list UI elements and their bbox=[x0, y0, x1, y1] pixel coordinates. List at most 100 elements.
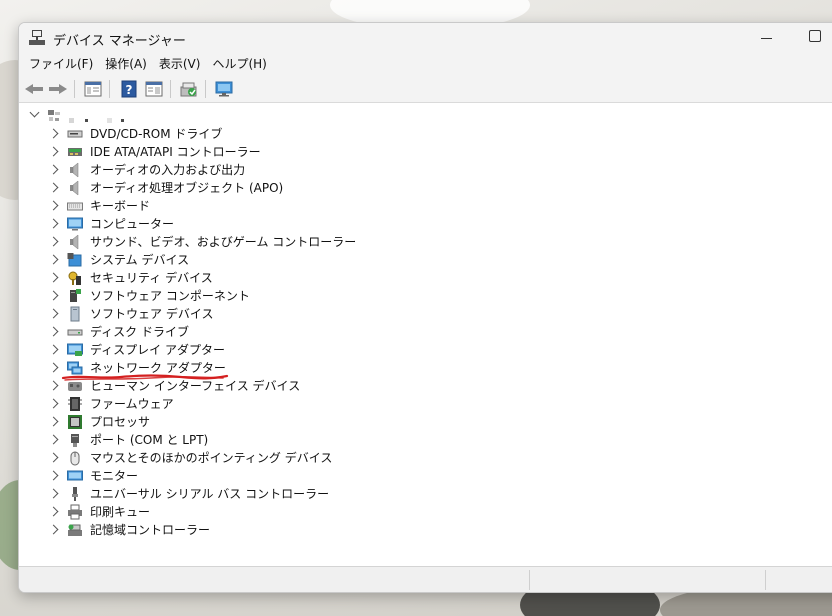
expand-chevron-icon[interactable] bbox=[48, 200, 59, 211]
tree-item-label: DVD/CD-ROM ドライブ bbox=[90, 127, 223, 141]
tree-item-processors[interactable]: プロセッサ bbox=[19, 413, 419, 431]
tree-item-mice-pointing-devices[interactable]: マウスとそのほかのポインティング デバイス bbox=[19, 449, 419, 467]
menu-action[interactable]: 操作(A) bbox=[99, 55, 153, 73]
help-button[interactable]: ? bbox=[119, 79, 139, 99]
menu-view[interactable]: 表示(V) bbox=[153, 55, 207, 73]
forward-button[interactable] bbox=[49, 79, 69, 99]
expand-chevron-icon[interactable] bbox=[48, 218, 59, 229]
properties-pane-icon bbox=[84, 81, 102, 97]
tree-item-label: サウンド、ビデオ、およびゲーム コントローラー bbox=[90, 235, 357, 249]
expand-chevron-icon[interactable] bbox=[48, 416, 59, 427]
update-driver-button[interactable] bbox=[179, 79, 199, 99]
expand-chevron-icon[interactable] bbox=[48, 524, 59, 535]
tree-item-computer[interactable]: コンピューター bbox=[19, 215, 419, 233]
tree-item-label: ポート (COM と LPT) bbox=[90, 433, 209, 447]
tree-item-ide-ata-atapi-controller[interactable]: IDE ATA/ATAPI コントローラー bbox=[19, 143, 419, 161]
keyboard-icon bbox=[67, 202, 83, 211]
expand-chevron-icon[interactable] bbox=[48, 362, 59, 373]
expand-chevron-icon[interactable] bbox=[48, 470, 59, 481]
tree-item-firmware[interactable]: ファームウェア bbox=[19, 395, 419, 413]
expand-chevron-icon[interactable] bbox=[48, 290, 59, 301]
toolbar-separator bbox=[205, 80, 206, 98]
computer-root-icon bbox=[47, 109, 61, 123]
menu-bar: ファイル(F) 操作(A) 表示(V) ヘルプ(H) bbox=[19, 53, 832, 75]
usb-icon bbox=[72, 487, 78, 501]
tree-item-software-components[interactable]: ソフトウェア コンポーネント bbox=[19, 287, 419, 305]
tree-item-sound-video-game-controllers[interactable]: サウンド、ビデオ、およびゲーム コントローラー bbox=[19, 233, 419, 251]
speaker-icon bbox=[70, 180, 79, 196]
expand-chevron-icon[interactable] bbox=[48, 182, 59, 193]
scan-hardware-button[interactable] bbox=[214, 79, 234, 99]
device-manager-window: デバイス マネージャー ファイル(F) 操作(A) 表示(V) ヘルプ(H) ?… bbox=[18, 22, 832, 593]
expand-chevron-icon[interactable] bbox=[48, 506, 59, 517]
tree-item-monitors[interactable]: モニター bbox=[19, 467, 419, 485]
tree-root[interactable] bbox=[19, 107, 319, 125]
tree-item-audio-inputs-outputs[interactable]: オーディオの入力および出力 bbox=[19, 161, 419, 179]
tree-item-label: モニター bbox=[90, 469, 139, 483]
expand-chevron-icon[interactable] bbox=[48, 488, 59, 499]
expand-chevron-icon[interactable] bbox=[48, 398, 59, 409]
red-underline-annotation bbox=[61, 374, 229, 381]
tree-item-label: ディスプレイ アダプター bbox=[90, 343, 225, 357]
tree-item-label: システム デバイス bbox=[90, 253, 190, 267]
tree-item-label: ソフトウェア コンポーネント bbox=[90, 289, 250, 303]
tree-item-display-adapters[interactable]: ディスプレイ アダプター bbox=[19, 341, 419, 359]
tree-item-system-devices[interactable]: システム デバイス bbox=[19, 251, 419, 269]
expand-chevron-icon[interactable] bbox=[48, 380, 59, 391]
monitor-icon bbox=[67, 470, 83, 481]
tree-item-usb-controllers[interactable]: ユニバーサル シリアル バス コントローラー bbox=[19, 485, 419, 503]
tree-item-label: オーディオの入力および出力 bbox=[90, 163, 246, 177]
status-bar bbox=[19, 566, 832, 592]
tree-item-label: キーボード bbox=[90, 199, 151, 213]
tree-item-software-devices[interactable]: ソフトウェア デバイス bbox=[19, 305, 419, 323]
system-device-icon bbox=[67, 253, 82, 267]
expand-chevron-icon[interactable] bbox=[48, 434, 59, 445]
back-button[interactable] bbox=[25, 79, 45, 99]
tree-item-label: 印刷キュー bbox=[90, 505, 151, 519]
tree-item-print-queues[interactable]: 印刷キュー bbox=[19, 503, 419, 521]
tree-item-disk-drives[interactable]: ディスク ドライブ bbox=[19, 323, 419, 341]
expand-chevron-icon[interactable] bbox=[48, 272, 59, 283]
show-hide-pane-icon bbox=[145, 81, 163, 97]
expand-chevron-icon[interactable] bbox=[48, 164, 59, 175]
firmware-icon bbox=[68, 397, 82, 411]
tree-item-label: オーディオ処理オブジェクト (APO) bbox=[90, 181, 284, 195]
expand-chevron-icon[interactable] bbox=[48, 254, 59, 265]
status-divider bbox=[529, 570, 530, 590]
show-hide-pane-button[interactable] bbox=[144, 79, 164, 99]
tree-item-ports-com-lpt[interactable]: ポート (COM と LPT) bbox=[19, 431, 419, 449]
expand-chevron-icon[interactable] bbox=[48, 308, 59, 319]
disk-drive-icon bbox=[67, 329, 83, 336]
collapse-chevron-icon[interactable] bbox=[29, 107, 40, 118]
expand-chevron-icon[interactable] bbox=[48, 146, 59, 157]
tree-item-keyboard[interactable]: キーボード bbox=[19, 197, 419, 215]
properties-pane-button[interactable] bbox=[83, 79, 103, 99]
expand-chevron-icon[interactable] bbox=[48, 128, 59, 139]
tree-item-label: ユニバーサル シリアル バス コントローラー bbox=[90, 487, 330, 501]
tree-item-audio-processing-objects[interactable]: オーディオ処理オブジェクト (APO) bbox=[19, 179, 419, 197]
tree-item-security-devices[interactable]: セキュリティ デバイス bbox=[19, 269, 419, 287]
minimize-button[interactable] bbox=[759, 31, 775, 45]
tree-item-label: プロセッサ bbox=[90, 415, 151, 429]
tree-item-label: ソフトウェア デバイス bbox=[90, 307, 214, 321]
toolbar-separator bbox=[74, 80, 75, 98]
menu-file[interactable]: ファイル(F) bbox=[23, 55, 99, 73]
maximize-button[interactable] bbox=[809, 30, 821, 42]
expand-chevron-icon[interactable] bbox=[48, 344, 59, 355]
tree-item-label: コンピューター bbox=[90, 217, 175, 231]
expand-chevron-icon[interactable] bbox=[48, 326, 59, 337]
scan-hardware-icon bbox=[215, 81, 233, 97]
expand-chevron-icon[interactable] bbox=[48, 236, 59, 247]
svg-text:?: ? bbox=[126, 83, 133, 97]
menu-help[interactable]: ヘルプ(H) bbox=[206, 55, 272, 73]
tree-item-label: マウスとそのほかのポインティング デバイス bbox=[90, 451, 333, 465]
title-bar[interactable]: デバイス マネージャー bbox=[19, 23, 832, 53]
update-driver-icon bbox=[180, 82, 197, 97]
expand-chevron-icon[interactable] bbox=[48, 452, 59, 463]
processor-icon bbox=[68, 415, 82, 429]
computer-icon bbox=[67, 217, 83, 231]
tree-item-dvd-cd-rom-drive[interactable]: DVD/CD-ROM ドライブ bbox=[19, 125, 419, 143]
tree-item-storage-controllers[interactable]: 記憶域コントローラー bbox=[19, 521, 419, 539]
port-icon bbox=[71, 434, 79, 447]
tree-item-label: セキュリティ デバイス bbox=[90, 271, 213, 285]
